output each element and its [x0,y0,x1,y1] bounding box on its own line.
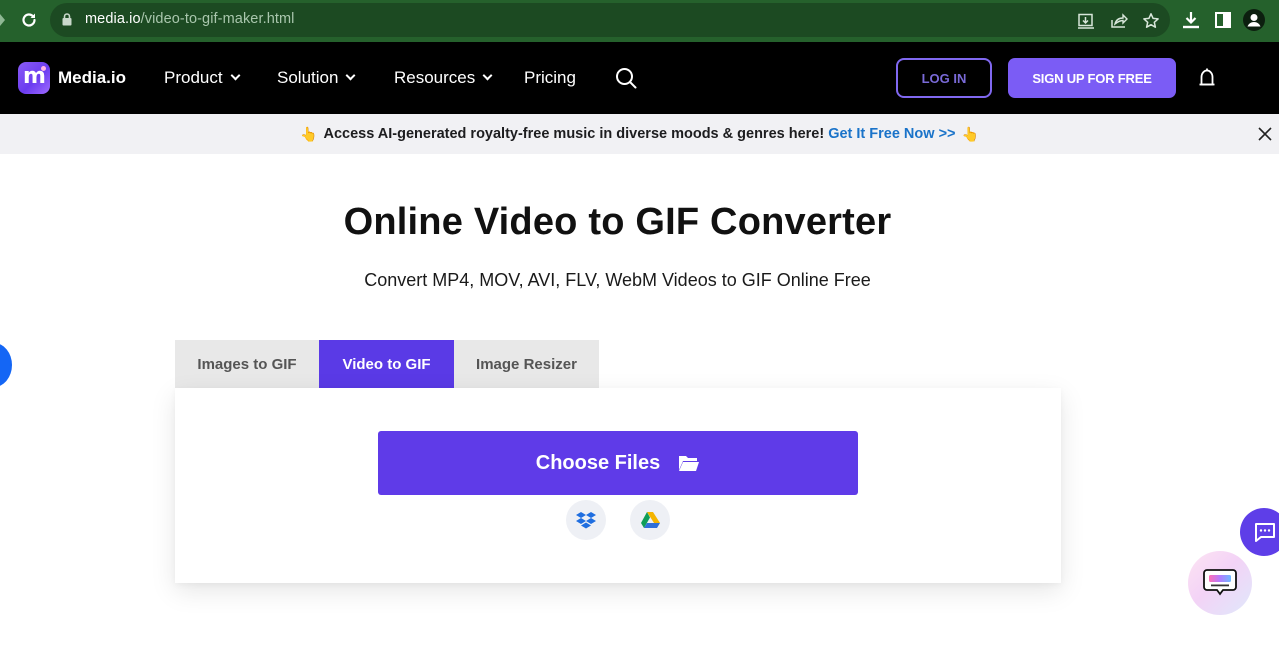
ai-assistant-button[interactable] [1188,551,1252,615]
google-drive-icon [641,512,660,528]
tab-images-to-gif[interactable]: Images to GIF [175,340,319,388]
live-chat-button[interactable] [1240,508,1279,556]
reload-button[interactable] [18,9,40,31]
lock-icon [62,13,72,26]
forward-icon[interactable] [0,14,5,26]
bookmark-star-icon[interactable] [1142,12,1160,30]
close-icon[interactable] [1257,126,1273,142]
brand-logo[interactable]: m Media.io [18,62,126,94]
ai-chat-icon [1203,569,1237,596]
choose-files-label: Choose Files [535,451,661,474]
tab-image-resizer[interactable]: Image Resizer [454,340,599,388]
chevron-down-icon [482,70,493,81]
choose-files-button[interactable]: Choose Files [378,431,858,495]
pointing-hand-icon: 👆 [961,125,979,142]
site-header: m Media.io Product Solution Resources Pr… [0,42,1279,114]
search-icon[interactable] [614,66,638,90]
folder-open-icon [679,456,700,471]
announcement-bar: 👆 Access AI-generated royalty-free music… [0,114,1279,154]
url-host: media.io [85,11,141,27]
chat-icon [1255,523,1275,542]
nav-product-label: Product [164,68,223,87]
page-subtitle: Convert MP4, MOV, AVI, FLV, WebM Videos … [364,270,871,290]
brand-name: Media.io [58,68,127,87]
nav-resources-label: Resources [394,68,476,87]
nav-product[interactable]: Product [164,68,241,88]
nav-pricing[interactable]: Pricing [524,68,576,88]
chevron-down-icon [345,70,356,81]
dropbox-button[interactable] [566,500,606,540]
page-title: Online Video to GIF Converter [343,201,892,243]
url-path: /video-to-gif-maker.html [140,11,295,27]
tab-video-to-gif[interactable]: Video to GIF [319,340,454,388]
chevron-down-icon [230,70,241,81]
side-widget-button[interactable] [0,343,12,387]
nav-solution[interactable]: Solution [277,68,356,88]
nav-pricing-label: Pricing [524,68,576,87]
browser-toolbar: media.io/video-to-gif-maker.html [0,0,1279,42]
upload-card: Choose Files [175,388,1061,583]
install-app-icon[interactable] [1077,12,1095,30]
url-text[interactable]: media.io/video-to-gif-maker.html [85,11,295,27]
dropbox-icon [576,512,596,529]
get-it-free-link[interactable]: Get It Free Now >> [828,126,955,142]
media-io-logo-icon: m [18,62,50,94]
bell-icon[interactable] [1197,68,1217,90]
login-button[interactable]: LOG IN [896,58,992,98]
address-bar[interactable]: media.io/video-to-gif-maker.html [50,3,1170,37]
announcement-text: Access AI-generated royalty-free music i… [323,126,825,142]
pointing-hand-icon: 👆 [300,125,318,142]
signup-button[interactable]: SIGN UP FOR FREE [1008,58,1176,98]
tool-tabs: Images to GIF Video to GIF Image Resizer [175,340,599,388]
nav-resources[interactable]: Resources [394,68,493,88]
google-drive-button[interactable] [630,500,670,540]
share-icon[interactable] [1110,12,1128,30]
nav-solution-label: Solution [277,68,339,87]
side-panel-icon[interactable] [1213,10,1233,30]
download-icon[interactable] [1181,10,1201,30]
profile-icon[interactable] [1243,9,1265,31]
reload-icon [22,13,36,27]
